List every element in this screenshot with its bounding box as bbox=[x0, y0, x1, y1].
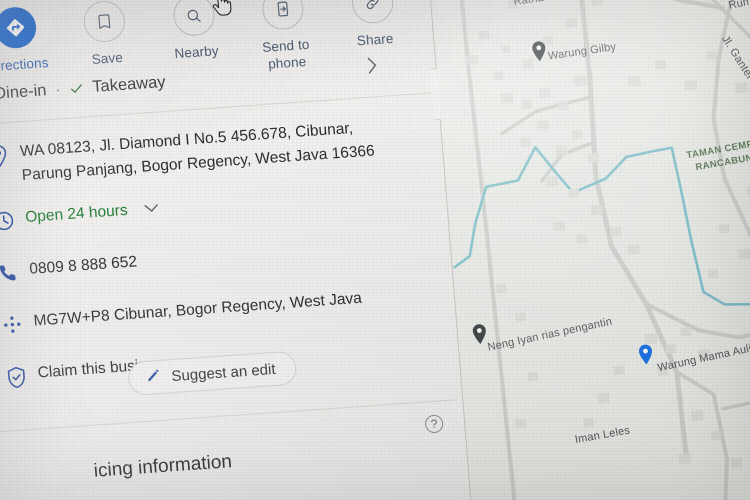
share-button[interactable]: Share bbox=[330, 0, 417, 52]
place-info-panel: Directions Save Nearby Send to phone Sha… bbox=[0, 0, 476, 500]
neng-iyan-pin[interactable] bbox=[471, 323, 488, 345]
phone-text: 0809 8 888 652 bbox=[28, 253, 138, 278]
save-button[interactable]: Save bbox=[62, 0, 149, 71]
save-label: Save bbox=[91, 49, 124, 67]
warung-gilby-pin[interactable] bbox=[531, 40, 548, 62]
shield-check-icon bbox=[0, 361, 39, 391]
directions-label: Directions bbox=[0, 55, 50, 75]
help-button[interactable]: ? bbox=[424, 414, 444, 434]
service-dine-in-label: Dine-in bbox=[0, 81, 48, 103]
nearby-label: Nearby bbox=[173, 43, 220, 62]
service-dine-in: Dine-in bbox=[0, 81, 47, 105]
map-vector-layer bbox=[447, 0, 750, 500]
bookmark-icon bbox=[82, 0, 127, 44]
service-separator: · bbox=[54, 81, 62, 99]
hours-content: Open 24 hours bbox=[24, 196, 159, 230]
send-to-phone-icon bbox=[260, 0, 305, 31]
directions-icon bbox=[0, 5, 38, 50]
clock-icon bbox=[0, 205, 26, 233]
warung-mama-aulia-pin[interactable] bbox=[637, 344, 654, 366]
plus-code-text: MG7W+P8 Cibunar, Bogor Regency, West Jav… bbox=[32, 289, 363, 330]
phone-icon bbox=[0, 257, 30, 285]
pencil-icon bbox=[145, 367, 163, 388]
map-canvas[interactable]: Jl. Jagabita RayaRatna RefleksiJl. Jati … bbox=[427, 0, 750, 500]
suggest-edit-label: Suggest an edit bbox=[170, 360, 277, 385]
check-icon bbox=[71, 84, 83, 93]
pricing-information-heading: icing information bbox=[93, 451, 233, 482]
share-label: Share bbox=[356, 30, 394, 49]
chevron-down-icon[interactable] bbox=[143, 197, 160, 222]
address-text: WA 08123, Jl. Diamond I No.5 456.678, Ci… bbox=[19, 115, 376, 188]
hours-text: Open 24 hours bbox=[24, 201, 129, 227]
nearby-search-icon bbox=[171, 0, 216, 38]
chevron-right-icon[interactable] bbox=[364, 54, 379, 82]
address-row[interactable]: WA 08123, Jl. Diamond I No.5 456.678, Ci… bbox=[0, 111, 428, 190]
nearby-button[interactable]: Nearby bbox=[151, 0, 238, 64]
directions-button[interactable]: Directions bbox=[0, 4, 60, 76]
location-pin-icon bbox=[0, 139, 21, 171]
service-takeaway-label: Takeaway bbox=[91, 72, 167, 96]
tilted-screen-content: Directions Save Nearby Send to phone Sha… bbox=[0, 0, 750, 500]
plus-code-icon bbox=[0, 309, 35, 337]
screen-photo: Directions Save Nearby Send to phone Sha… bbox=[0, 0, 750, 500]
share-link-icon bbox=[350, 0, 395, 25]
